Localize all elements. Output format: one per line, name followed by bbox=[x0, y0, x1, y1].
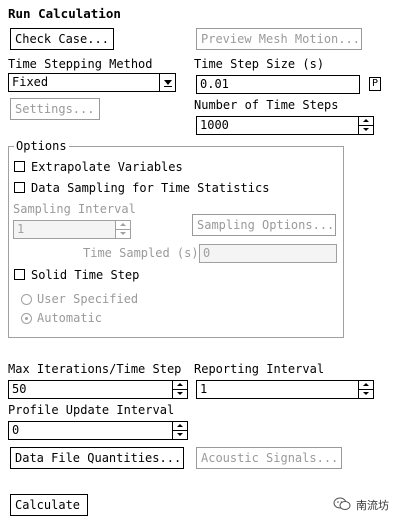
number-of-time-steps-input[interactable]: 1000 bbox=[196, 116, 374, 135]
user-specified-radio[interactable] bbox=[21, 294, 32, 305]
spin-up-icon[interactable] bbox=[359, 117, 373, 126]
spin-down-icon[interactable] bbox=[173, 431, 187, 440]
extrapolate-variables-label: Extrapolate Variables bbox=[31, 160, 183, 174]
number-of-time-steps-spinner[interactable] bbox=[358, 117, 373, 134]
panel-title: Run Calculation bbox=[8, 6, 121, 21]
max-iterations-value: 50 bbox=[12, 382, 27, 396]
profile-update-interval-input[interactable]: 0 bbox=[8, 421, 188, 440]
wechat-icon bbox=[333, 497, 351, 511]
data-sampling-checkbox[interactable] bbox=[14, 182, 25, 193]
profile-update-interval-label: Profile Update Interval bbox=[8, 403, 175, 417]
sampling-interval-spinner[interactable] bbox=[115, 221, 130, 238]
spin-up-icon[interactable] bbox=[116, 221, 130, 230]
automatic-label: Automatic bbox=[37, 311, 103, 325]
time-stepping-method-label: Time Stepping Method bbox=[8, 57, 153, 71]
parameter-p-button[interactable]: P bbox=[369, 77, 381, 91]
acoustic-signals-button[interactable]: Acoustic Signals... bbox=[196, 447, 342, 469]
settings-button[interactable]: Settings... bbox=[10, 98, 100, 120]
number-of-time-steps-label: Number of Time Steps bbox=[194, 98, 339, 112]
automatic-radio[interactable] bbox=[21, 313, 32, 324]
check-case-button[interactable]: Check Case... bbox=[10, 28, 114, 50]
sampling-interval-value: 1 bbox=[17, 222, 25, 236]
data-sampling-label: Data Sampling for Time Statistics bbox=[31, 181, 270, 195]
spin-up-icon[interactable] bbox=[359, 381, 373, 390]
time-stepping-method-select[interactable]: Fixed bbox=[8, 73, 176, 92]
solid-time-step-checkbox[interactable] bbox=[14, 269, 25, 280]
reporting-interval-spinner[interactable] bbox=[358, 381, 373, 398]
spin-up-icon[interactable] bbox=[173, 381, 187, 390]
time-stepping-method-value: Fixed bbox=[12, 75, 49, 89]
reporting-interval-value: 1 bbox=[200, 382, 208, 396]
sampling-interval-label: Sampling Interval bbox=[13, 202, 136, 216]
max-iterations-label: Max Iterations/Time Step bbox=[8, 362, 182, 376]
time-sampled-input[interactable]: 0 bbox=[199, 244, 337, 263]
spin-down-icon[interactable] bbox=[116, 230, 130, 239]
user-specified-label: User Specified bbox=[37, 292, 139, 306]
solid-time-step-label: Solid Time Step bbox=[31, 268, 140, 282]
spin-down-icon[interactable] bbox=[173, 390, 187, 399]
calculate-button[interactable]: Calculate bbox=[10, 494, 88, 516]
chevron-down-icon[interactable] bbox=[159, 74, 175, 91]
max-iterations-input[interactable]: 50 bbox=[8, 380, 188, 399]
sampling-options-button[interactable]: Sampling Options... bbox=[192, 214, 336, 236]
time-sampled-label: Time Sampled (s) bbox=[83, 246, 199, 260]
time-step-size-label: Time Step Size (s) bbox=[194, 57, 325, 71]
spin-up-icon[interactable] bbox=[173, 422, 187, 431]
reporting-interval-label: Reporting Interval bbox=[194, 362, 325, 376]
profile-update-interval-value: 0 bbox=[12, 423, 20, 437]
options-group bbox=[8, 146, 344, 338]
profile-update-interval-spinner[interactable] bbox=[172, 422, 187, 439]
max-iterations-spinner[interactable] bbox=[172, 381, 187, 398]
preview-mesh-motion-button[interactable]: Preview Mesh Motion... bbox=[196, 28, 362, 50]
time-step-size-input[interactable]: 0.01 bbox=[196, 75, 360, 94]
options-legend: Options bbox=[14, 139, 69, 153]
number-of-time-steps-value: 1000 bbox=[200, 118, 229, 132]
sampling-interval-input[interactable]: 1 bbox=[13, 220, 131, 239]
spin-down-icon[interactable] bbox=[359, 126, 373, 135]
reporting-interval-input[interactable]: 1 bbox=[196, 380, 374, 399]
spin-down-icon[interactable] bbox=[359, 390, 373, 399]
extrapolate-variables-checkbox[interactable] bbox=[14, 161, 25, 172]
data-file-quantities-button[interactable]: Data File Quantities... bbox=[10, 447, 184, 469]
watermark-text: 南流坊 bbox=[356, 499, 389, 512]
